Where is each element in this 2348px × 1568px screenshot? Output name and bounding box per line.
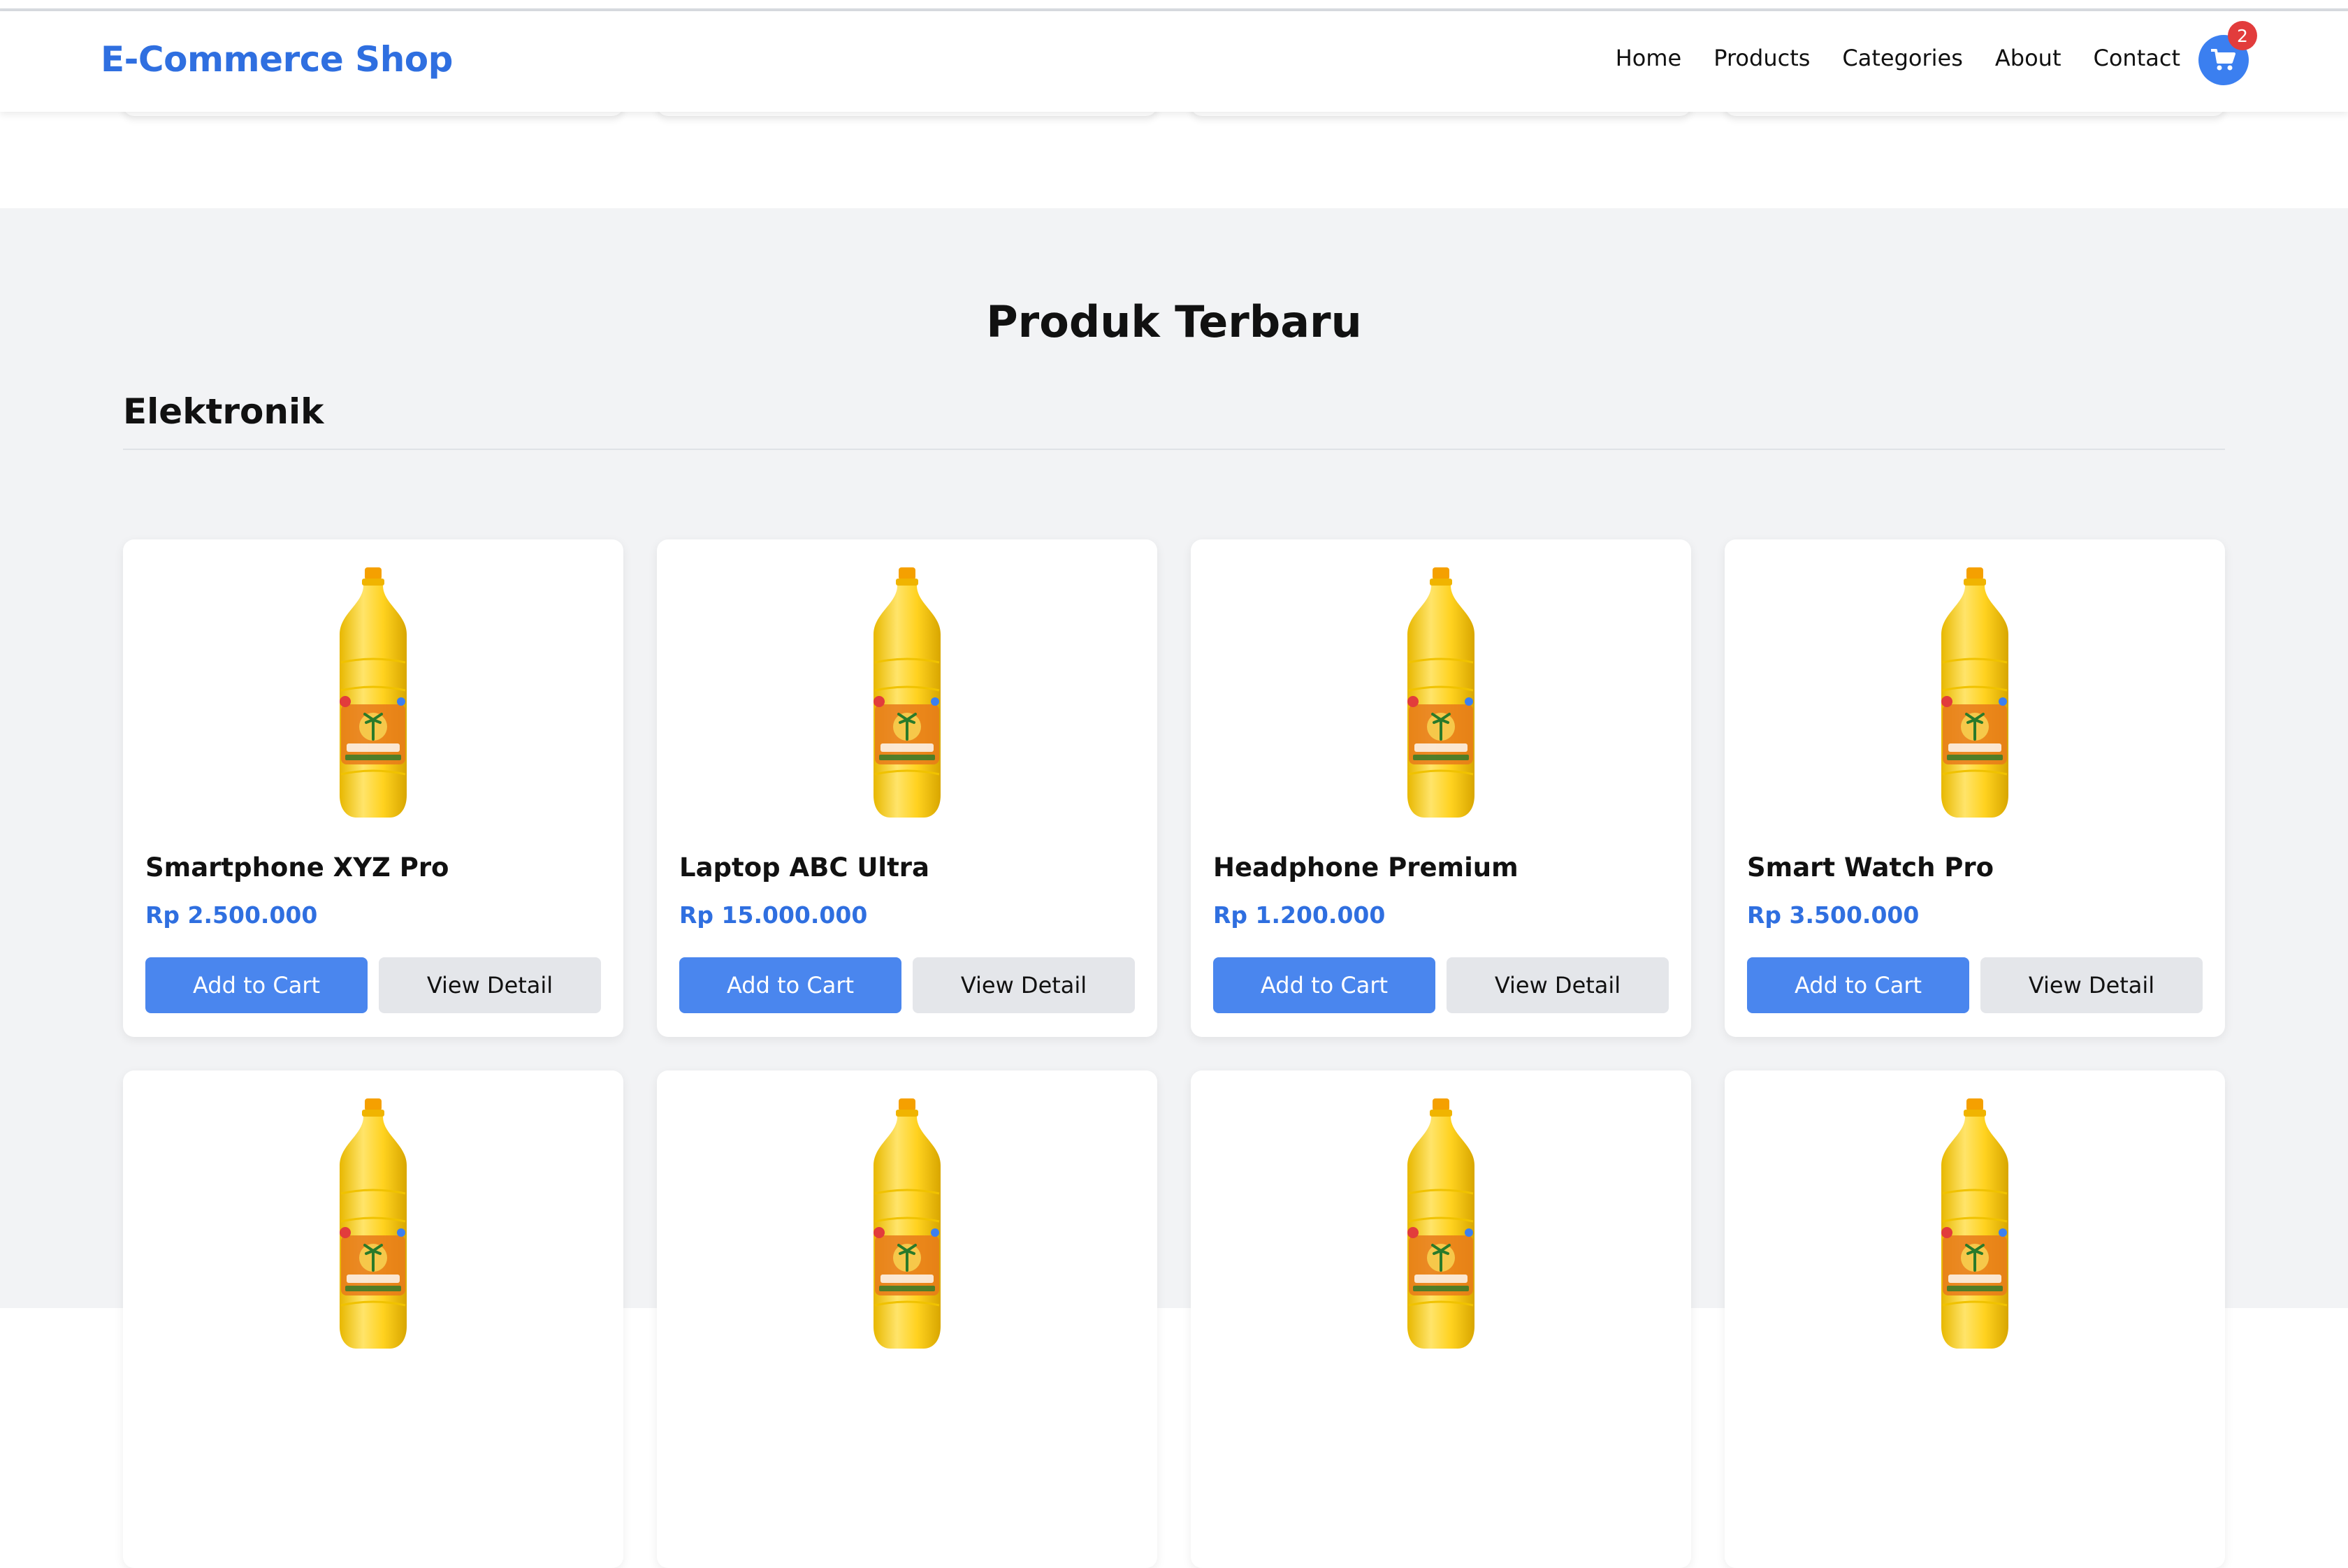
site-header: E-Commerce Shop Home Products Categories… xyxy=(0,11,2348,112)
view-detail-button[interactable]: View Detail xyxy=(913,957,1135,1013)
oil-bottle-image xyxy=(1407,1098,1474,1349)
oil-bottle-image xyxy=(340,567,407,818)
product-price: Rp 3.500.000 xyxy=(1747,901,1920,929)
product-card xyxy=(1725,1070,2225,1568)
nav-categories[interactable]: Categories xyxy=(1842,45,1962,71)
product-price: Rp 1.200.000 xyxy=(1213,901,1386,929)
brand-logo[interactable]: E-Commerce Shop xyxy=(101,39,453,80)
nav-contact[interactable]: Contact xyxy=(2094,45,2181,71)
product-card: Headphone Premium Rp 1.200.000 Add to Ca… xyxy=(1191,539,1691,1037)
category-divider xyxy=(123,449,2225,450)
view-detail-button[interactable]: View Detail xyxy=(1447,957,1669,1013)
product-card xyxy=(657,1070,1157,1568)
shopping-cart-icon xyxy=(2211,49,2235,71)
product-card: Smartphone XYZ Pro Rp 2.500.000 Add to C… xyxy=(123,539,623,1037)
product-image[interactable] xyxy=(123,565,623,820)
product-grid: Smartphone XYZ Pro Rp 2.500.000 Add to C… xyxy=(123,539,2225,1568)
oil-bottle-image xyxy=(1941,1098,2008,1349)
browser-top-border xyxy=(0,0,2348,11)
product-name[interactable]: Smartphone XYZ Pro xyxy=(145,852,449,883)
product-price: Rp 15.000.000 xyxy=(679,901,868,929)
main-nav: Home Products Categories About Contact xyxy=(1616,45,2180,71)
view-detail-button[interactable]: View Detail xyxy=(379,957,601,1013)
oil-bottle-image xyxy=(1407,567,1474,818)
product-image[interactable] xyxy=(1725,565,2225,820)
oil-bottle-image xyxy=(340,1098,407,1349)
product-name[interactable]: Laptop ABC Ultra xyxy=(679,852,929,883)
product-name[interactable]: Smart Watch Pro xyxy=(1747,852,1994,883)
product-card xyxy=(1191,1070,1691,1568)
product-name[interactable]: Headphone Premium xyxy=(1213,852,1519,883)
product-image[interactable] xyxy=(657,1096,1157,1351)
oil-bottle-image xyxy=(874,1098,941,1349)
oil-bottle-image xyxy=(874,567,941,818)
product-image[interactable] xyxy=(1725,1096,2225,1351)
nav-home[interactable]: Home xyxy=(1616,45,1682,71)
latest-products-section: Produk Terbaru Elektronik Smartphone XYZ… xyxy=(0,208,2348,1568)
add-to-cart-button[interactable]: Add to Cart xyxy=(1747,957,1969,1013)
product-image[interactable] xyxy=(657,565,1157,820)
add-to-cart-button[interactable]: Add to Cart xyxy=(145,957,368,1013)
product-image[interactable] xyxy=(123,1096,623,1351)
product-card: Smart Watch Pro Rp 3.500.000 Add to Cart… xyxy=(1725,539,2225,1037)
category-title: Elektronik xyxy=(123,391,324,432)
add-to-cart-button[interactable]: Add to Cart xyxy=(679,957,901,1013)
cart-count-badge: 2 xyxy=(2228,21,2257,50)
product-card xyxy=(123,1070,623,1568)
add-to-cart-button[interactable]: Add to Cart xyxy=(1213,957,1435,1013)
product-image[interactable] xyxy=(1191,1096,1691,1351)
view-detail-button[interactable]: View Detail xyxy=(1980,957,2203,1013)
nav-about[interactable]: About xyxy=(1995,45,2061,71)
product-price: Rp 2.500.000 xyxy=(145,901,318,929)
section-title: Produk Terbaru xyxy=(986,296,1362,347)
product-card: Laptop ABC Ultra Rp 15.000.000 Add to Ca… xyxy=(657,539,1157,1037)
product-image[interactable] xyxy=(1191,565,1691,820)
oil-bottle-image xyxy=(1941,567,2008,818)
nav-products[interactable]: Products xyxy=(1713,45,1810,71)
